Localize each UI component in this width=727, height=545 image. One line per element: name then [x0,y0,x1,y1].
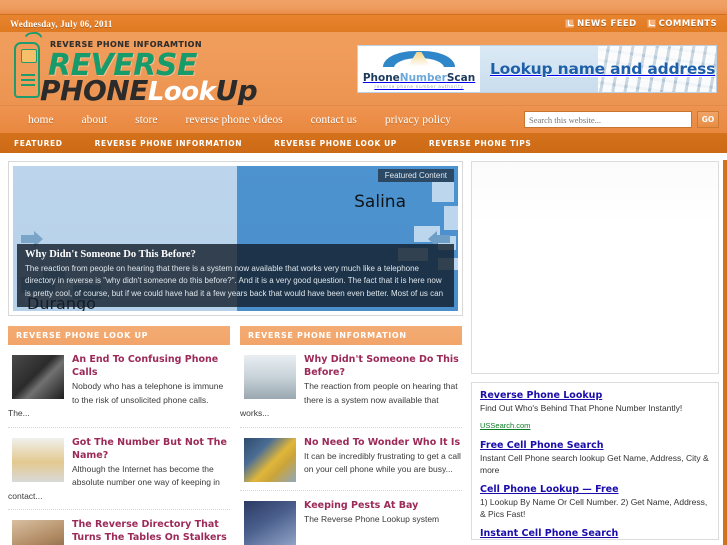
utility-bar: Wednesday, July 06, 2011 NEWS FEED COMME… [0,14,727,32]
banner-brand-name: PhoneNumberScan [363,72,475,84]
phone-handset-icon [14,42,40,98]
banner-headline: Lookup name and address [490,60,716,78]
slider-viewport: Durango Salina Featured Content [13,166,458,311]
sponsored-link-desc: Instant Cell Phone search lookup Get Nam… [480,452,709,476]
category-navigation: FEATURED REVERSE PHONE INFORMATION REVER… [0,133,727,153]
sidebar-ad-placeholder[interactable] [471,161,719,374]
search-form: GO [524,111,719,128]
site-header: REVERSE PHONE INFORAMTION REVERSE PHONEL… [0,30,727,107]
nav-item-about[interactable]: about [68,114,122,126]
sponsored-link-title[interactable]: Cell Phone Lookup — Free [480,483,710,496]
banner-brand-sub: reverse phone number authority [374,84,464,89]
brand-part-2: Number [399,72,447,84]
site-logo[interactable]: REVERSE PHONE INFORAMTION REVERSE PHONEL… [14,30,264,107]
brand-part-1: Phone [362,72,400,84]
banner-brand: PhoneNumberScan reverse phone number aut… [358,46,480,92]
nav-item-contact-us[interactable]: contact us [297,114,371,126]
top-decorative-strip [0,0,727,14]
post-item: No Need To Wonder Who It Is It can be in… [240,428,462,491]
banner-ad[interactable]: PhoneNumberScan reverse phone number aut… [357,45,717,93]
slider-excerpt: The reaction from people on hearing that… [25,263,444,298]
sponsored-link-desc: Reverse Cell Phone Lookup. Get Name and … [480,540,710,541]
subnav-item-featured[interactable]: FEATURED [14,139,81,148]
logo-up-word: Up [215,74,258,107]
nav-item-home[interactable]: home [14,114,68,126]
post-columns: REVERSE PHONE LOOK UP An End To Confusin… [8,326,463,545]
logo-line-phone-lookup: PHONELookUp [40,74,258,107]
sponsored-link-title[interactable]: Reverse Phone Lookup [480,389,710,402]
nav-item-reverse-phone-videos[interactable]: reverse phone videos [171,114,296,126]
post-thumbnail[interactable] [244,500,296,545]
sponsored-link-desc: 1) Lookup By Name Or Cell Number. 2) Get… [480,496,708,520]
sponsored-link-title[interactable]: Free Cell Phone Search [480,439,710,452]
post-column-reverse-phone-information: REVERSE PHONE INFORMATION Why Didn't Som… [240,326,462,545]
sponsored-link-desc: Find Out Who's Behind That Phone Number … [480,403,683,413]
slide-city-label-salina: Salina [354,192,406,212]
nav-item-store[interactable]: store [121,114,171,126]
nav-item-privacy-policy[interactable]: privacy policy [371,114,465,126]
rss-icon [646,19,656,28]
banner-message-area: Lookup name and address [480,46,716,92]
subnav-item-reverse-phone-look-up[interactable]: REVERSE PHONE LOOK UP [274,139,415,148]
search-input[interactable] [524,111,692,128]
page-content: Durango Salina Featured Content [0,153,727,545]
utility-links: NEWS FEED COMMENTS [565,19,717,29]
subnav-item-reverse-phone-information[interactable]: REVERSE PHONE INFORMATION [95,139,260,148]
featured-content-badge: Featured Content [377,169,454,182]
telephone-handset-icon [383,49,455,71]
subnav-item-reverse-phone-tips[interactable]: REVERSE PHONE TIPS [429,139,550,148]
sponsored-link-item: Free Cell Phone Search Instant Cell Phon… [480,439,710,477]
post-item: Why Didn't Someone Do This Before? The r… [240,345,462,428]
right-edge-accent [723,160,727,545]
sponsored-link-item: Cell Phone Lookup — Free 1) Lookup By Na… [480,483,710,521]
sponsored-link-title[interactable]: Instant Cell Phone Search [480,527,710,540]
sidebar-sponsored-links: Reverse Phone Lookup Find Out Who's Behi… [471,382,719,540]
post-thumbnail[interactable] [12,520,64,545]
column-heading: REVERSE PHONE INFORMATION [240,326,462,345]
post-column-reverse-phone-look-up: REVERSE PHONE LOOK UP An End To Confusin… [8,326,230,545]
post-item: Got The Number But Not The Name? Althoug… [8,428,230,510]
main-content-column: Durango Salina Featured Content [8,161,463,545]
sidebar: Reverse Phone Lookup Find Out Who's Behi… [471,161,719,540]
column-heading: REVERSE PHONE LOOK UP [8,326,230,345]
post-thumbnail[interactable] [244,437,296,482]
news-feed-label: NEWS FEED [577,18,637,29]
comments-link[interactable]: COMMENTS [646,18,717,29]
post-thumbnail[interactable] [12,437,64,482]
rss-icon [565,19,575,28]
post-item: Keeping Pests At Bay The Reverse Phone L… [240,491,462,545]
logo-phone-word: PHONE [40,74,148,107]
sponsored-link-item: Reverse Phone Lookup Find Out Who's Behi… [480,389,710,433]
featured-slider[interactable]: Durango Salina Featured Content [8,161,463,316]
main-navigation: home about store reverse phone videos co… [0,105,727,133]
comments-label: COMMENTS [658,18,717,29]
logo-look-word: Look [147,77,216,107]
slider-title[interactable]: Why Didn't Someone Do This Before? [25,249,446,260]
sponsored-link-item: Instant Cell Phone Search Reverse Cell P… [480,527,710,541]
news-feed-link[interactable]: NEWS FEED [565,19,636,29]
post-thumbnail[interactable] [244,355,296,399]
slider-caption: Why Didn't Someone Do This Before? The r… [17,243,454,307]
brand-part-3: Scan [446,72,476,84]
post-thumbnail[interactable] [12,355,64,399]
current-date: Wednesday, July 06, 2011 [10,18,113,29]
search-go-button[interactable]: GO [697,111,719,128]
post-item: An End To Confusing Phone Calls Nobody w… [8,345,230,428]
sponsored-link-source[interactable]: USSearch.com [480,421,530,430]
post-item: The Reverse Directory That Turns The Tab… [8,510,230,545]
